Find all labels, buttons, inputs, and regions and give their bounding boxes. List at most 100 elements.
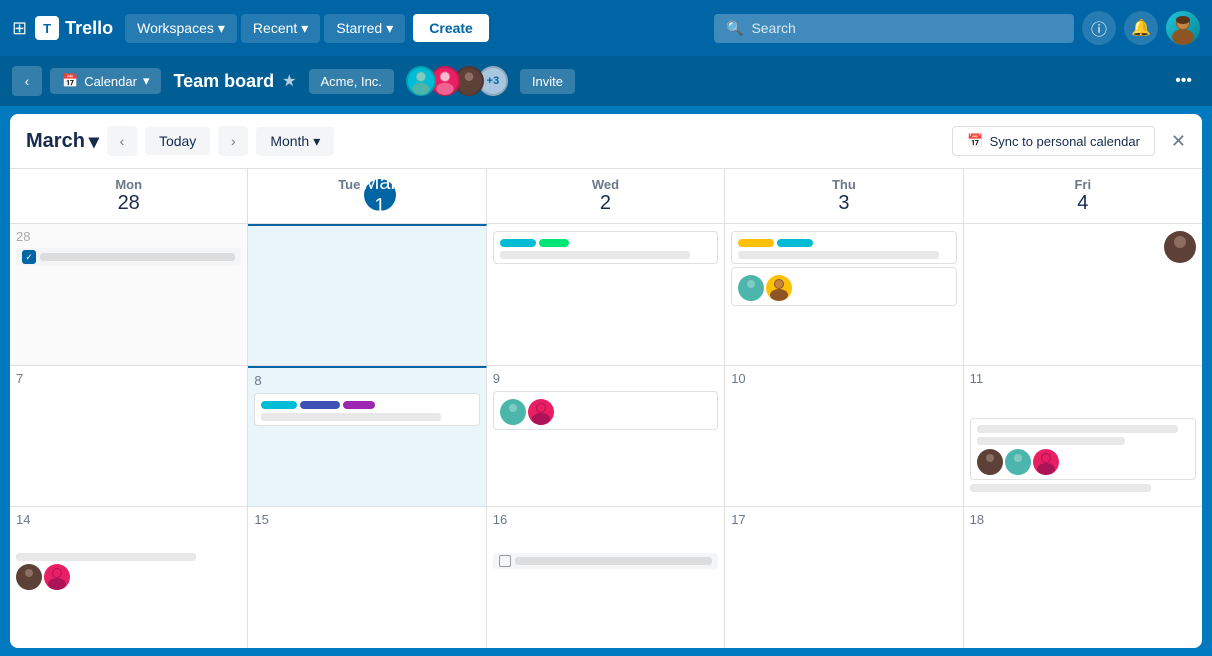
- card-placeholder: [738, 251, 939, 259]
- recent-menu[interactable]: Recent ▾: [241, 14, 320, 43]
- month-label: March: [26, 130, 85, 153]
- card-placeholder: [261, 413, 441, 421]
- today-button[interactable]: Today: [145, 127, 210, 155]
- search-input[interactable]: [751, 20, 1062, 36]
- calendar-icon: 📅: [62, 73, 78, 89]
- mini-avatar-fri11-2: [1005, 449, 1031, 475]
- card-block-tue8[interactable]: [254, 393, 479, 426]
- cell-mar17[interactable]: 17: [725, 507, 963, 648]
- card-placeholder: [977, 425, 1179, 433]
- cell-mar11[interactable]: 11: [964, 366, 1202, 507]
- user-avatar-nav[interactable]: [1166, 11, 1200, 45]
- user-avatar-face: [1166, 11, 1200, 45]
- cell-feb28[interactable]: 28 ✓: [10, 224, 248, 365]
- top-navigation: ⊞ T Trello Workspaces ▾ Recent ▾ Starred…: [0, 0, 1212, 56]
- card-item[interactable]: ✓: [16, 248, 241, 266]
- card-placeholder3: [970, 484, 1151, 492]
- invite-button[interactable]: Invite: [520, 69, 575, 94]
- day-header-tue: Tue Mar 1: [248, 169, 486, 223]
- trello-logo[interactable]: T Trello: [35, 16, 113, 40]
- day-header-wed: Wed 2: [487, 169, 725, 223]
- day-header-fri: Fri 4: [964, 169, 1202, 223]
- cell-mar9[interactable]: 9: [487, 366, 725, 507]
- mini-avatar-dark: [1164, 231, 1196, 263]
- info-button[interactable]: ⓘ: [1082, 11, 1116, 45]
- star-board-button[interactable]: ★: [282, 71, 296, 91]
- card-text: [40, 253, 235, 261]
- chevron-down-icon: ▾: [143, 73, 150, 89]
- card-block-wed9[interactable]: [493, 391, 718, 430]
- chevron-down-icon: ▾: [386, 20, 393, 37]
- checkbox-empty-icon: [499, 555, 511, 567]
- cell-mar18[interactable]: 18: [964, 507, 1202, 648]
- card-text: [515, 557, 712, 565]
- mini-avatar-mon14-1: [16, 564, 42, 590]
- notification-bell-button[interactable]: 🔔: [1124, 11, 1158, 45]
- week-3: 14: [10, 507, 1202, 648]
- sync-calendar-button[interactable]: 📅 Sync to personal calendar: [952, 126, 1155, 156]
- cell-mar10[interactable]: 10: [725, 366, 963, 507]
- search-bar[interactable]: 🔍: [714, 14, 1074, 43]
- card-placeholder: [16, 553, 196, 561]
- more-options-button[interactable]: •••: [1167, 67, 1200, 95]
- tag-green: [539, 239, 569, 247]
- card-placeholder2: [977, 437, 1126, 445]
- chevron-down-icon: ▾: [313, 133, 320, 150]
- cell-mar4[interactable]: [964, 224, 1202, 365]
- card-block-fri11[interactable]: [970, 418, 1196, 480]
- create-button[interactable]: Create: [413, 14, 489, 42]
- next-month-button[interactable]: ›: [218, 126, 248, 156]
- cell-mar3[interactable]: [725, 224, 963, 365]
- members-group: +3: [406, 66, 508, 96]
- cell-mar15[interactable]: 15: [248, 507, 486, 648]
- calendar-sync-icon: 📅: [967, 133, 983, 149]
- card-placeholder: [500, 251, 690, 259]
- tag-row: [261, 401, 472, 409]
- trello-logo-icon: T: [35, 16, 59, 40]
- workspace-button[interactable]: Acme, Inc.: [309, 69, 394, 94]
- grid-icon[interactable]: ⊞: [12, 18, 27, 39]
- chevron-down-icon: ▾: [89, 129, 99, 154]
- chevron-down-icon: ▾: [301, 20, 308, 37]
- avatars-row: [738, 275, 949, 301]
- workspaces-menu[interactable]: Workspaces ▾: [125, 14, 237, 43]
- card-item-wed16[interactable]: [493, 553, 718, 569]
- avatars-row-fri11: [977, 449, 1189, 475]
- prev-month-button[interactable]: ‹: [107, 126, 137, 156]
- cell-mar16[interactable]: 16: [487, 507, 725, 648]
- day-headers: Mon 28 Tue Mar 1 Wed 2 Thu 3 Fri 4: [10, 169, 1202, 224]
- mini-avatar-1: [738, 275, 764, 301]
- calendar-header: March ▾ ‹ Today › Month ▾ 📅 Sync to pers…: [10, 114, 1202, 169]
- close-calendar-button[interactable]: ✕: [1171, 131, 1186, 152]
- card-block-thu3-1[interactable]: [731, 231, 956, 264]
- week-1: 28 ✓: [10, 224, 1202, 366]
- mini-avatar-mon14-2: [44, 564, 70, 590]
- cell-mar1[interactable]: [248, 224, 486, 365]
- cell-mar8[interactable]: 8: [248, 366, 486, 507]
- cell-mar2[interactable]: [487, 224, 725, 365]
- cell-mar14[interactable]: 14: [10, 507, 248, 648]
- month-selector[interactable]: March ▾: [26, 129, 99, 154]
- calendar-view-button[interactable]: 📅 Calendar ▾: [50, 68, 161, 94]
- tag-cyan2: [777, 239, 813, 247]
- month-view-button[interactable]: Month ▾: [256, 127, 334, 156]
- cell-mar7[interactable]: 7: [10, 366, 248, 507]
- calendar-grid: Mon 28 Tue Mar 1 Wed 2 Thu 3 Fri 4: [10, 169, 1202, 648]
- avatars-row-mon14: [16, 564, 241, 590]
- member-avatar-1[interactable]: [406, 66, 436, 96]
- chevron-down-icon: ▾: [218, 20, 225, 37]
- card-block-wed2[interactable]: [493, 231, 718, 264]
- calendar-container: March ▾ ‹ Today › Month ▾ 📅 Sync to pers…: [10, 114, 1202, 648]
- tag-blue: [300, 401, 340, 409]
- trello-wordmark: Trello: [65, 18, 113, 39]
- board-bar: ‹ 📅 Calendar ▾ Team board ★ Acme, Inc.: [0, 56, 1212, 106]
- avatars-row-wed9: [500, 399, 711, 425]
- avatars-row-fri4: [970, 231, 1196, 263]
- tag-row: [500, 239, 711, 247]
- starred-menu[interactable]: Starred ▾: [324, 14, 405, 43]
- sidebar-toggle-button[interactable]: ‹: [12, 66, 42, 96]
- mini-avatar-fri11-1: [977, 449, 1003, 475]
- board-title: Team board: [173, 71, 274, 92]
- card-block-thu3-2[interactable]: [731, 267, 956, 306]
- tag-purple: [343, 401, 375, 409]
